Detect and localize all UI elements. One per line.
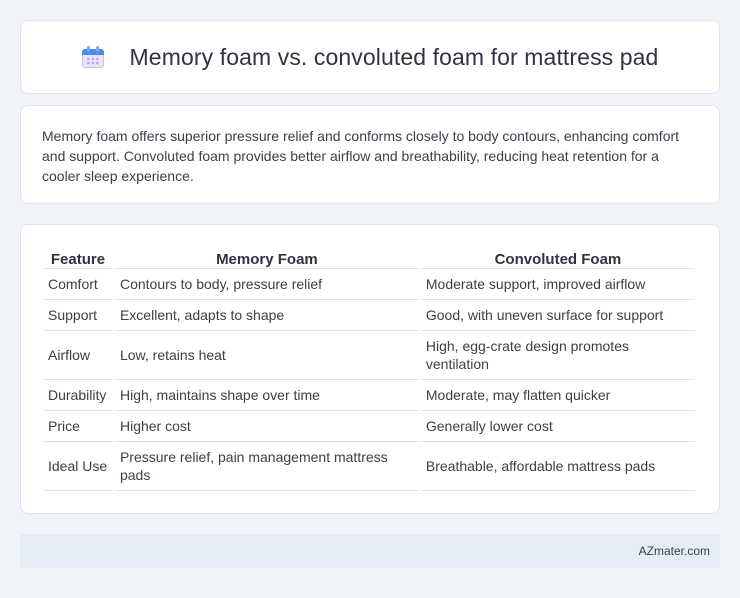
feature-cell: Price <box>43 411 113 442</box>
header-memory-foam: Memory Foam <box>114 245 419 269</box>
footer: AZmater.com <box>20 534 720 568</box>
convoluted-foam-cell: Generally lower cost <box>420 411 695 442</box>
comparison-table: Feature Memory Foam Convoluted Foam Comf… <box>41 245 697 491</box>
feature-cell: Support <box>43 300 113 331</box>
table-row: Support Excellent, adapts to shape Good,… <box>43 300 695 331</box>
feature-cell: Durability <box>43 380 113 411</box>
feature-cell: Airflow <box>43 331 113 380</box>
feature-cell: Ideal Use <box>43 442 113 491</box>
table-row: Price Higher cost Generally lower cost <box>43 411 695 442</box>
title-wrap: Memory foam vs. convoluted foam for matt… <box>81 43 659 71</box>
table-header-row: Feature Memory Foam Convoluted Foam <box>43 245 695 269</box>
calendar-icon <box>81 46 104 68</box>
summary-text: Memory foam offers superior pressure rel… <box>42 128 680 184</box>
convoluted-foam-cell: Moderate, may flatten quicker <box>420 380 695 411</box>
memory-foam-cell: Excellent, adapts to shape <box>114 300 419 331</box>
feature-cell: Comfort <box>43 269 113 300</box>
memory-foam-cell: Low, retains heat <box>114 331 419 380</box>
page-title: Memory foam vs. convoluted foam for matt… <box>129 43 659 70</box>
convoluted-foam-cell: Moderate support, improved airflow <box>420 269 695 300</box>
table-row: Comfort Contours to body, pressure relie… <box>43 269 695 300</box>
memory-foam-cell: High, maintains shape over time <box>114 380 419 411</box>
convoluted-foam-cell: High, egg-crate design promotes ventilat… <box>420 331 695 380</box>
memory-foam-cell: Contours to body, pressure relief <box>114 269 419 300</box>
table-row: Airflow Low, retains heat High, egg-crat… <box>43 331 695 380</box>
summary-card: Memory foam offers superior pressure rel… <box>20 105 720 204</box>
convoluted-foam-cell: Good, with uneven surface for support <box>420 300 695 331</box>
table-row: Durability High, maintains shape over ti… <box>43 380 695 411</box>
comparison-card: Feature Memory Foam Convoluted Foam Comf… <box>20 224 720 514</box>
memory-foam-cell: Higher cost <box>114 411 419 442</box>
footer-site-label: AZmater.com <box>638 544 710 558</box>
title-card: Memory foam vs. convoluted foam for matt… <box>20 20 720 94</box>
header-feature: Feature <box>43 245 113 269</box>
convoluted-foam-cell: Breathable, affordable mattress pads <box>420 442 695 491</box>
table-row: Ideal Use Pressure relief, pain manageme… <box>43 442 695 491</box>
memory-foam-cell: Pressure relief, pain management mattres… <box>114 442 419 491</box>
header-convoluted-foam: Convoluted Foam <box>420 245 695 269</box>
